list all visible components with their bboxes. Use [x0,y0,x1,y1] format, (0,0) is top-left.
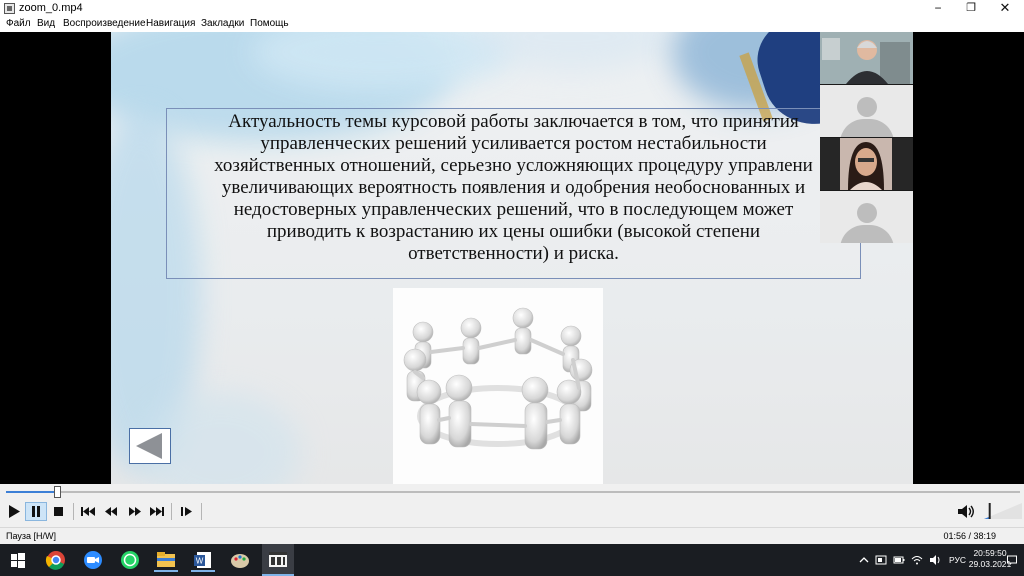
menu-view[interactable]: Вид [37,18,55,29]
window-title: zoom_0.mp4 [19,2,83,14]
taskbar-chrome[interactable] [42,548,70,572]
participant-avatar-tile[interactable] [820,191,913,243]
playback-state: Пауза [H/W] [6,531,57,541]
app-icon [4,3,15,14]
separator [201,503,202,520]
chrome-icon [45,551,65,570]
taskbar-zoom[interactable] [79,548,107,572]
menu-navigation[interactable]: Навигация [146,18,195,29]
menu-bar: Файл Вид Воспроизведение Навигация Закла… [0,17,1024,32]
seek-bar[interactable] [6,486,1020,498]
playback-time: 01:56 / 38:19 [943,531,996,541]
tray-wifi-icon[interactable] [911,554,923,566]
tray-battery-icon[interactable] [893,554,905,566]
participant-video-2-icon [820,138,913,190]
volume-icon[interactable] [956,502,976,521]
participant-video-tile[interactable] [820,138,913,190]
participant-video-1-icon [820,32,913,84]
frame-step-icon [181,507,192,516]
close-button[interactable]: ✕ [988,0,1022,17]
taskbar-word[interactable]: W [189,548,217,572]
playback-controls [0,484,1024,527]
media-player-icon [269,552,287,567]
menu-help[interactable]: Помощь [250,18,289,29]
taskbar-active-app[interactable] [262,544,294,576]
tray-language[interactable]: РУС [949,555,966,565]
fast-forward-button[interactable] [124,502,146,521]
pause-icon [32,506,40,517]
fast-forward-icon [129,507,141,516]
skip-back-icon [81,507,95,516]
pause-button[interactable] [25,502,47,521]
menu-file[interactable]: Файл [6,18,31,29]
taskbar-explorer[interactable] [152,548,180,572]
stop-button[interactable] [48,502,70,521]
menu-playback[interactable]: Воспроизведение [63,18,146,29]
seek-progress [6,491,57,493]
tray-zoom-icon[interactable] [875,554,887,566]
participant-avatar-icon [857,97,877,117]
participant-avatar-tile[interactable] [820,85,913,137]
participant-video-tile[interactable] [820,32,913,84]
tray-volume-icon[interactable] [929,554,941,566]
windows-icon [11,553,25,568]
title-bar: zoom_0.mp4 − ❐ ✕ [0,0,1024,17]
zoom-icon [84,551,102,569]
paint-icon [231,554,249,568]
whatsapp-icon [121,551,139,569]
separator [73,503,74,520]
slide-text-box: Актуальность темы курсовой работы заключ… [166,108,861,279]
previous-slide-button[interactable] [129,428,171,464]
taskbar-whatsapp[interactable] [116,548,144,572]
video-area[interactable]: Актуальность темы курсовой работы заключ… [0,32,1024,484]
frame-step-button[interactable] [176,502,198,521]
svg-text:W: W [196,557,204,566]
zoom-participants-panel [820,32,913,243]
maximize-button[interactable]: ❐ [954,0,988,17]
status-bar: Пауза [H/W] 01:56 / 38:19 [0,527,1024,544]
volume-slider[interactable] [984,501,1022,521]
separator [171,503,172,520]
presentation-slide: Актуальность темы курсовой работы заключ… [111,32,913,484]
minimize-button[interactable]: − [921,0,955,17]
previous-button[interactable] [77,502,99,521]
rewind-button[interactable] [100,502,122,521]
word-icon: W [194,552,211,568]
folder-icon [157,552,175,567]
play-icon [9,505,20,518]
stop-icon [54,507,63,516]
taskbar: W РУС 20:59:50 29.03.2021 [0,544,1024,576]
start-button[interactable] [6,548,34,572]
menu-bookmarks[interactable]: Закладки [201,18,244,29]
people-circle-image [393,288,603,484]
notification-icon[interactable] [1006,554,1018,566]
next-button[interactable] [146,502,168,521]
taskbar-paint[interactable] [226,548,254,572]
running-indicator [154,570,178,572]
participant-avatar-icon [857,203,877,223]
rewind-icon [105,507,117,516]
play-button[interactable] [3,502,25,521]
participant-avatar-body [840,225,894,243]
skip-forward-icon [150,507,164,516]
seek-thumb[interactable] [53,486,61,498]
running-indicator [191,570,215,572]
participant-avatar-body [840,119,894,137]
slide-text: Актуальность темы курсовой работы заключ… [214,111,813,264]
tray-chevron-up-icon[interactable] [858,554,870,566]
